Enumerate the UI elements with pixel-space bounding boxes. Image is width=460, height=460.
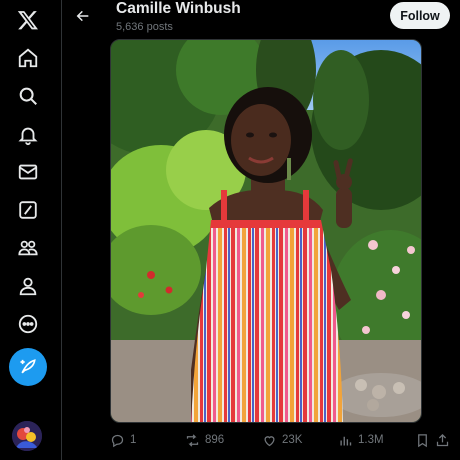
reply-button[interactable]: 1 — [110, 430, 136, 450]
communities-icon[interactable] — [8, 228, 48, 268]
grok-icon[interactable] — [8, 190, 48, 230]
back-button[interactable] — [70, 4, 96, 28]
reply-icon — [111, 434, 124, 447]
search-icon[interactable] — [8, 76, 48, 116]
repost-button[interactable]: 896 — [185, 430, 224, 450]
follow-button[interactable]: Follow — [390, 2, 450, 29]
photo — [111, 40, 421, 422]
post-actions: 1 896 23K 1.3M — [110, 430, 450, 450]
main-column: Camille Winbush 5,636 posts Follow 1 896… — [62, 0, 460, 460]
profile-name: Camille Winbush — [116, 0, 241, 17]
bookmark-button[interactable] — [415, 430, 435, 450]
reply-count: 1 — [130, 434, 137, 446]
profile-icon[interactable] — [8, 266, 48, 306]
share-button[interactable] — [435, 430, 455, 450]
views-count: 1.3M — [358, 434, 384, 446]
repost-icon — [186, 433, 199, 447]
mail-icon[interactable] — [8, 152, 48, 192]
repost-count: 896 — [205, 434, 225, 446]
bell-icon[interactable] — [8, 115, 48, 155]
post-count: 5,636 posts — [116, 21, 173, 33]
like-button[interactable]: 23K — [262, 430, 302, 450]
views-chart-icon — [340, 436, 352, 445]
sidebar — [0, 0, 58, 460]
x-logo-icon[interactable] — [8, 0, 48, 40]
more-icon[interactable] — [8, 304, 48, 344]
heart-icon — [264, 435, 275, 446]
share-icon — [436, 433, 449, 446]
views-button[interactable]: 1.3M — [338, 430, 384, 450]
arrow-left-icon — [76, 10, 89, 22]
like-count: 23K — [282, 434, 303, 446]
home-icon[interactable] — [8, 38, 48, 78]
post-media-image[interactable] — [110, 39, 422, 423]
bookmark-icon — [418, 433, 427, 447]
compose-feather-icon — [20, 359, 36, 374]
account-avatar[interactable] — [12, 421, 42, 451]
compose-button[interactable] — [9, 348, 47, 386]
